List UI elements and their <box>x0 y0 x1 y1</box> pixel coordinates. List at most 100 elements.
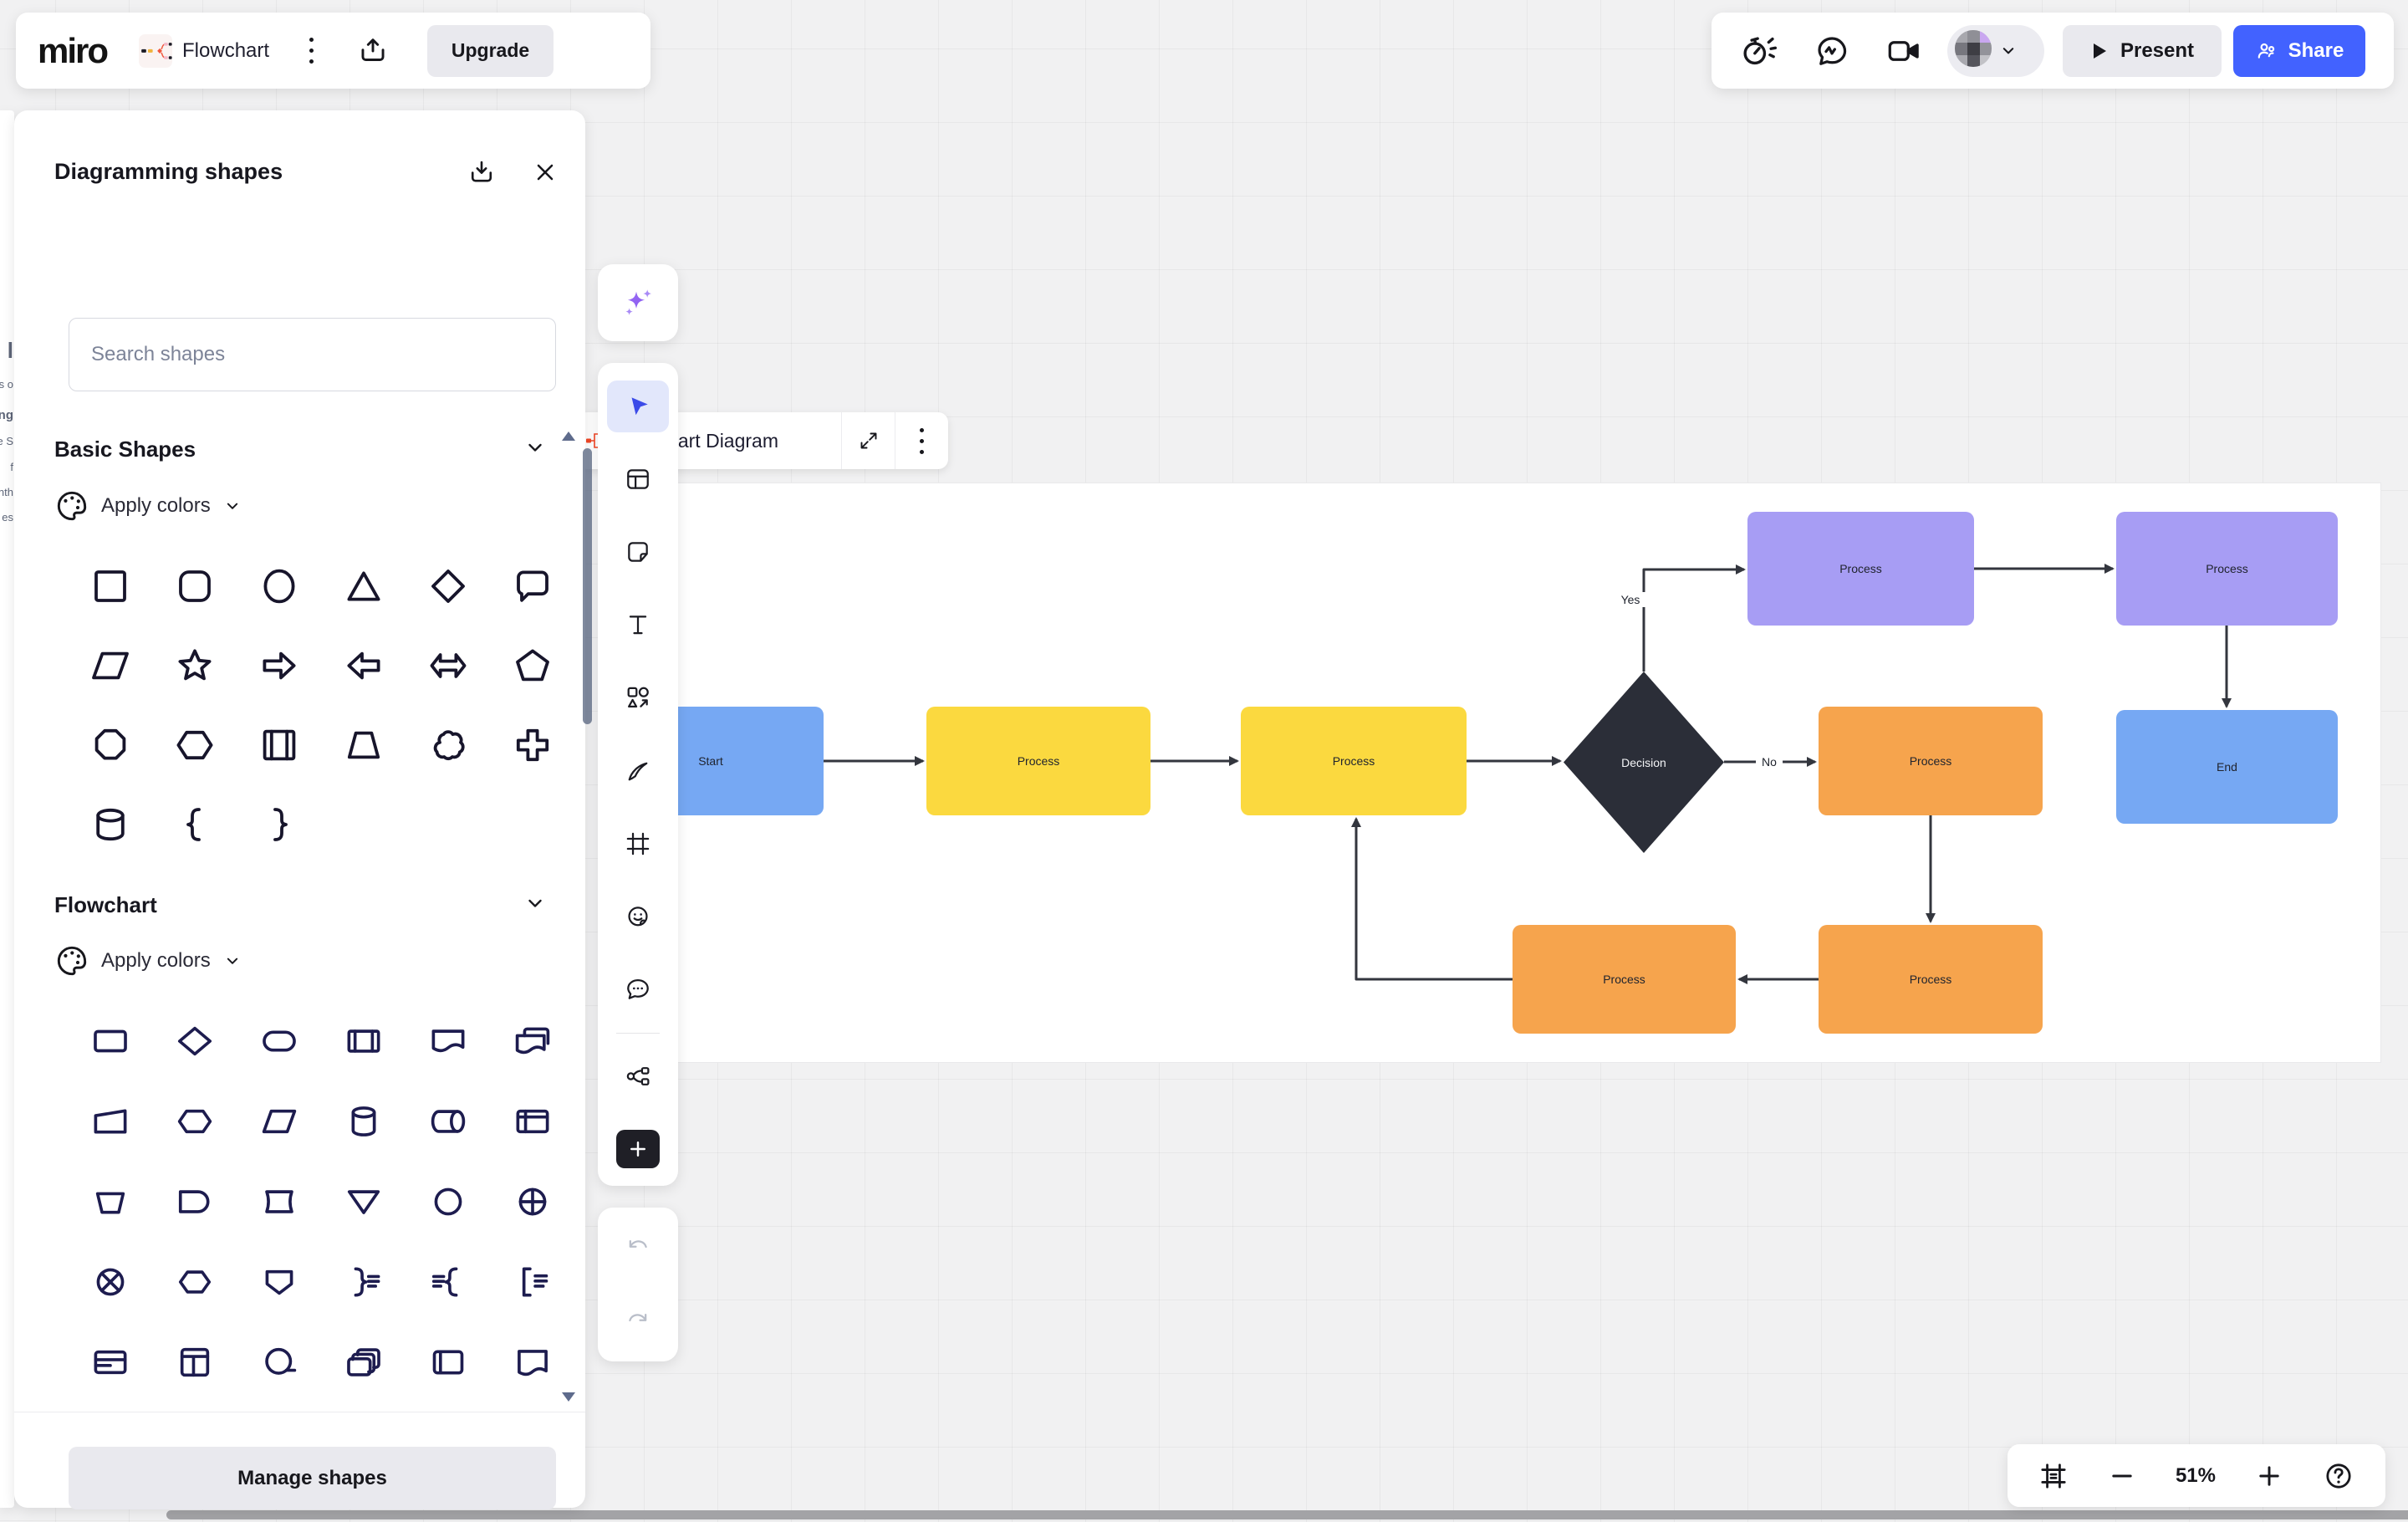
export-button[interactable] <box>357 35 389 67</box>
cylinder-shape[interactable] <box>84 798 137 851</box>
tool-frame[interactable] <box>598 807 678 880</box>
cloud-shape[interactable] <box>421 718 475 772</box>
scroll-down-icon[interactable] <box>562 1392 575 1402</box>
tool-add[interactable] <box>598 1113 678 1186</box>
divided-process-shape[interactable] <box>168 1336 222 1389</box>
board-menu-kebab-icon[interactable] <box>309 38 314 64</box>
tool-comment[interactable] <box>598 953 678 1026</box>
merge-shape[interactable] <box>337 1175 390 1228</box>
tool-shapes[interactable] <box>598 661 678 734</box>
arrow-right-shape[interactable] <box>253 639 306 692</box>
panel-scrollbar[interactable] <box>583 448 592 724</box>
arrow-left-shape[interactable] <box>337 639 390 692</box>
direct-data-shape[interactable] <box>421 1095 475 1148</box>
apply-colors-flowchart[interactable]: Apply colors <box>54 943 242 978</box>
ellipse-shape[interactable] <box>253 559 306 613</box>
flowchart-node-p2[interactable]: Process <box>1241 707 1467 815</box>
ai-assist-button[interactable] <box>598 264 678 341</box>
preparation-shape[interactable] <box>168 1095 222 1148</box>
help-button[interactable] <box>2323 1460 2354 1492</box>
close-panel-button[interactable] <box>527 154 564 191</box>
hexagon-shape[interactable] <box>168 718 222 772</box>
flowchart-node-p3[interactable]: Process <box>1747 512 1974 626</box>
delay-shape[interactable] <box>168 1175 222 1228</box>
flowchart-node-p6[interactable]: Process <box>1819 925 2043 1034</box>
predefined-process-fc-shape[interactable] <box>337 1014 390 1068</box>
manual-input-shape[interactable] <box>84 1175 137 1228</box>
or-shape[interactable] <box>506 1175 559 1228</box>
timer-button[interactable] <box>1740 32 1778 70</box>
annotation-left-shape[interactable] <box>506 1255 559 1309</box>
zoom-out-button[interactable] <box>2108 1462 2136 1490</box>
connector-shape[interactable] <box>421 1175 475 1228</box>
summing-junction-shape[interactable] <box>84 1255 137 1309</box>
flowchart-node-p7[interactable]: Process <box>1513 925 1736 1034</box>
tool-templates[interactable] <box>598 442 678 515</box>
trapezoid-shape[interactable] <box>337 718 390 772</box>
pentagon-shape[interactable] <box>506 639 559 692</box>
flowchart-node-p4[interactable]: Process <box>2116 512 2338 626</box>
zoom-in-button[interactable] <box>2255 1462 2283 1490</box>
cross-shape[interactable] <box>506 718 559 772</box>
predefined-process-shape[interactable] <box>253 718 306 772</box>
video-chat-button[interactable] <box>1885 33 1922 69</box>
apply-colors-basic[interactable]: Apply colors <box>54 488 242 524</box>
scroll-up-icon[interactable] <box>562 432 575 441</box>
sequential-data-shape[interactable] <box>253 1336 306 1389</box>
diamond-shape[interactable] <box>421 559 475 613</box>
process-shape[interactable] <box>84 1014 137 1068</box>
database-shape[interactable] <box>337 1095 390 1148</box>
tool-sticker[interactable] <box>598 880 678 953</box>
horizontal-scrollbar[interactable] <box>166 1510 2408 1519</box>
fit-to-frame-button[interactable] <box>2038 1461 2069 1491</box>
share-button[interactable]: Share <box>2233 24 2365 77</box>
flowchart-node-p1[interactable]: Process <box>926 707 1150 815</box>
account-menu[interactable] <box>1947 24 2044 77</box>
flowchart-node-p5[interactable]: Process <box>1819 707 2043 815</box>
manage-shapes-button[interactable]: Manage shapes <box>69 1447 556 1509</box>
square-shape[interactable] <box>84 559 137 613</box>
star-shape[interactable] <box>168 639 222 692</box>
search-input[interactable] <box>69 318 556 391</box>
parallelogram-shape[interactable] <box>84 639 137 692</box>
multiple-process-shape[interactable] <box>337 1336 390 1389</box>
collapse-flowchart[interactable] <box>523 891 548 916</box>
display-shape[interactable] <box>253 1255 306 1309</box>
tool-mindmap[interactable] <box>598 1040 678 1113</box>
arrow-left-right-shape[interactable] <box>421 639 475 692</box>
stored-data-h-shape[interactable] <box>84 1336 137 1389</box>
card-shape[interactable] <box>253 1175 306 1228</box>
data-shape[interactable] <box>253 1095 306 1148</box>
left-brace-shape[interactable] <box>168 798 222 851</box>
right-brace-shape[interactable] <box>253 798 306 851</box>
internal-storage-shape[interactable] <box>506 1095 559 1148</box>
tool-select[interactable] <box>598 370 678 442</box>
terminator-shape[interactable] <box>253 1014 306 1068</box>
tagged-document-shape[interactable] <box>506 1336 559 1389</box>
manual-operation-shape[interactable] <box>84 1095 137 1148</box>
board-name[interactable]: Flowchart <box>182 39 269 63</box>
tool-redo[interactable] <box>598 1285 678 1358</box>
collapse-basic-shapes[interactable] <box>523 435 548 460</box>
annotation-right-shape[interactable] <box>337 1255 390 1309</box>
frame-expand-button[interactable] <box>842 412 895 469</box>
tool-sticky-note[interactable] <box>598 515 678 588</box>
tool-pen[interactable] <box>598 734 678 807</box>
tool-undo[interactable] <box>598 1211 678 1285</box>
download-shapes-button[interactable] <box>463 154 500 191</box>
frame-menu-button[interactable] <box>895 412 948 469</box>
loop-limit-shape[interactable] <box>168 1255 222 1309</box>
document-shape[interactable] <box>421 1014 475 1068</box>
talktrack-button[interactable] <box>1814 33 1850 69</box>
stored-data-shape[interactable] <box>421 1336 475 1389</box>
rounded-rectangle-shape[interactable] <box>168 559 222 613</box>
present-button[interactable]: Present <box>2063 24 2222 77</box>
upgrade-button[interactable]: Upgrade <box>427 24 554 77</box>
miro-logo[interactable]: miro <box>38 31 109 71</box>
tool-text[interactable] <box>598 589 678 661</box>
octagon-shape[interactable] <box>84 718 137 772</box>
multiple-documents-shape[interactable] <box>506 1014 559 1068</box>
flowchart-node-end[interactable]: End <box>2116 710 2338 824</box>
zoom-level[interactable]: 51% <box>2176 1464 2216 1488</box>
triangle-shape[interactable] <box>337 559 390 613</box>
